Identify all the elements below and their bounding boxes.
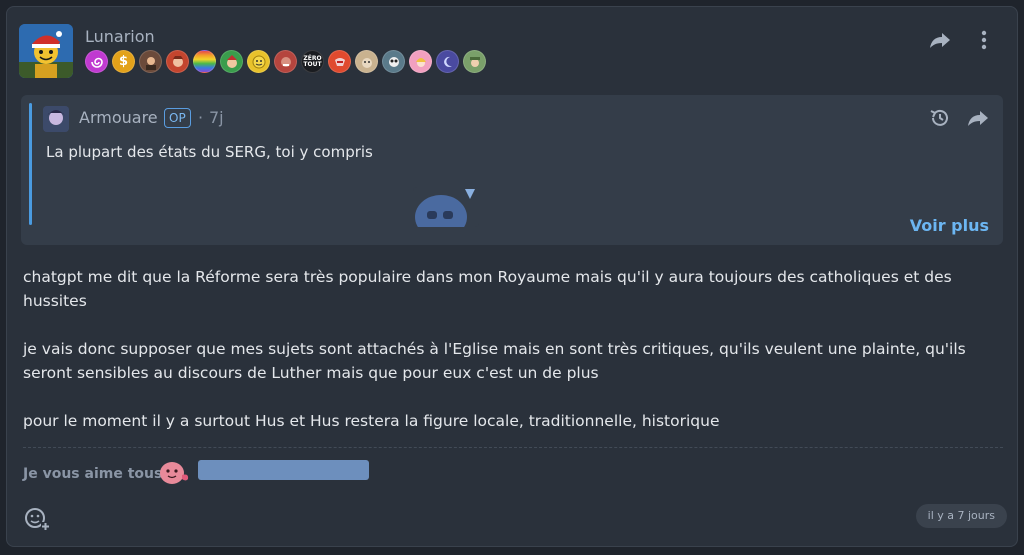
share-icon[interactable] — [929, 29, 951, 51]
girl-badge-icon[interactable] — [409, 50, 432, 73]
see-more-link[interactable]: Voir plus — [910, 216, 989, 235]
badge-list: $ ZÉRO TOUT — [85, 50, 486, 73]
post-timestamp[interactable]: il y a 7 jours — [915, 504, 1007, 528]
signature-text: Je vous aime tous — [23, 466, 163, 482]
quote-time: 7j — [209, 108, 224, 127]
moon-badge-icon[interactable] — [436, 50, 459, 73]
post-actions — [929, 29, 995, 51]
pet-badge-icon[interactable] — [355, 50, 378, 73]
post-card: Lunarion $ ZÉRO TOUT Armouare OP · 7j La… — [6, 6, 1018, 547]
rainbow-badge-icon[interactable] — [193, 50, 216, 73]
smiley-badge-icon[interactable] — [247, 50, 270, 73]
quote-bar — [29, 103, 32, 225]
soldier-badge-icon[interactable] — [139, 50, 162, 73]
post-author[interactable]: Lunarion — [85, 27, 155, 46]
scout-badge-icon[interactable] — [463, 50, 486, 73]
quote-avatar[interactable] — [43, 106, 69, 132]
op-badge: OP — [164, 108, 191, 128]
signature-banner — [198, 460, 369, 480]
spiral-badge-icon[interactable] — [85, 50, 108, 73]
zero-tout-badge-icon[interactable]: ZÉRO TOUT — [301, 50, 324, 73]
monster-badge-icon[interactable] — [274, 50, 297, 73]
post-paragraph: je vais donc supposer que mes sujets son… — [23, 340, 966, 382]
blob-emoji-icon — [158, 459, 192, 485]
avatar[interactable] — [19, 24, 73, 78]
separator-dot: · — [198, 108, 204, 127]
dollar-badge-icon[interactable]: $ — [112, 50, 135, 73]
warrior-badge-icon[interactable] — [166, 50, 189, 73]
quote-author[interactable]: Armouare — [79, 108, 158, 127]
quote-text: La plupart des états du SERG, toi y comp… — [46, 143, 373, 161]
quote-actions — [929, 107, 989, 129]
share-icon[interactable] — [967, 107, 989, 129]
history-icon[interactable] — [929, 107, 951, 129]
post-body: chatgpt me dit que la Réforme sera très … — [23, 265, 1003, 457]
add-reaction-icon[interactable] — [24, 505, 50, 531]
post-paragraph: pour le moment il y a surtout Hus et Hus… — [23, 412, 720, 430]
quote-image-preview[interactable] — [413, 187, 479, 227]
elf-badge-icon[interactable] — [220, 50, 243, 73]
more-options-icon[interactable] — [973, 29, 995, 51]
flame-badge-icon[interactable] — [328, 50, 351, 73]
panda-badge-icon[interactable] — [382, 50, 405, 73]
signature-divider — [23, 447, 1003, 448]
post-paragraph: chatgpt me dit que la Réforme sera très … — [23, 268, 952, 310]
quoted-message[interactable]: Armouare OP · 7j La plupart des états du… — [21, 95, 1003, 245]
